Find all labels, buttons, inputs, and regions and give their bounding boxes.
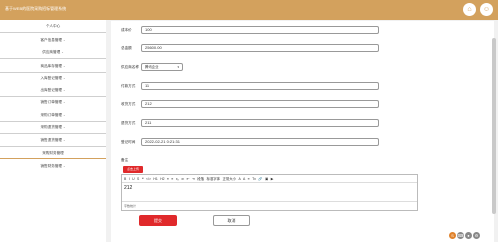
strike-button[interactable]: S [137, 177, 139, 181]
system-tray: S ⌨ ● ⚙ [449, 232, 481, 240]
upload-button[interactable]: 点击上传 [123, 166, 143, 173]
sidebar-item-stock-in[interactable]: 入库登记管理⌄ [0, 72, 106, 84]
font-select[interactable]: 标准字体 [206, 177, 220, 181]
bullet-list-button[interactable]: ≡ [171, 177, 173, 181]
receiving-method-label: 收货方式 [121, 102, 136, 106]
home-icon[interactable]: ⌂ [463, 3, 476, 16]
payment-method-label: 付款方式 [121, 84, 136, 88]
cost-price-label: 成本价 [121, 28, 132, 32]
code-button[interactable]: </> [146, 177, 151, 181]
receiving-method-input[interactable]: 212 [141, 100, 379, 108]
clear-format-button[interactable]: Tx [252, 177, 256, 181]
sidebar-item-profile[interactable]: 个人中心 [0, 20, 106, 32]
chevron-down-icon: ⌄ [61, 50, 64, 54]
scrollbar-thumb[interactable] [492, 38, 496, 214]
cost-price-input[interactable]: 100 [141, 26, 379, 34]
supplier-select-value: 腾讯企业 [145, 65, 159, 69]
h1-button[interactable]: H1 [153, 177, 157, 181]
font-color-button[interactable]: A [238, 177, 240, 181]
sidebar-item-label: 供应商管理 [42, 50, 61, 54]
chevron-down-icon: ⌄ [63, 100, 66, 104]
subscript-button[interactable]: x₂ [176, 177, 179, 181]
bg-color-button[interactable]: A [243, 177, 245, 181]
mic-icon[interactable]: ● [465, 232, 472, 239]
editor-toolbar: B I U S ❝ </> H1 H2 ≡ ≡ x₂ x² ⇤ ⇥ 段落 标准字… [122, 176, 417, 183]
total-amount-label: 总金额 [121, 46, 132, 50]
sogou-icon[interactable]: S [449, 232, 456, 239]
indent-button[interactable]: ⇥ [192, 177, 195, 181]
sidebar-item-purchase-orders[interactable]: 采购订单管理⌄ [0, 109, 106, 121]
sidebar-item-label: 销售退货管理 [40, 138, 63, 142]
sidebar-item-sales-finance[interactable]: 销售财务管理⌄ [0, 160, 106, 172]
chevron-down-icon: ⌄ [63, 88, 66, 92]
paragraph-select[interactable]: 段落 [197, 177, 204, 181]
supplier-name-label: 供应商名称 [121, 65, 139, 69]
sidebar-divider [0, 32, 106, 33]
sidebar: 个人中心 客户信息管理⌄ 供应商管理⌄ 商品库存管理⌄ 入库登记管理⌄ 出库登记… [0, 20, 106, 242]
sidebar-item-purchase-returns[interactable]: 采购退货管理⌄ [0, 121, 106, 133]
settings-icon[interactable]: ⚙ [473, 232, 480, 239]
superscript-button[interactable]: x² [181, 177, 184, 181]
sidebar-item-purchase-finance[interactable]: 采购财务管理 [0, 147, 106, 159]
video-icon[interactable]: ▶ [271, 177, 274, 181]
quote-button[interactable]: ❝ [142, 177, 144, 181]
chevron-down-icon: ⌄ [63, 76, 66, 80]
sidebar-item-customers[interactable]: 客户信息管理⌄ [0, 34, 106, 46]
align-button[interactable]: ≡ [248, 177, 250, 181]
chevron-down-icon: ⌄ [63, 113, 66, 117]
total-amount-input[interactable]: 25600.00 [141, 44, 379, 52]
italic-button[interactable]: I [129, 177, 130, 181]
keyboard-icon[interactable]: ⌨ [457, 232, 464, 239]
app-title: 基于WEB的医院采购招标管理系统 [5, 6, 67, 11]
sidebar-item-label: 销售财务管理 [40, 164, 63, 168]
chevron-down-icon: ⌄ [63, 38, 66, 42]
sidebar-item-label: 入库登记管理 [40, 76, 63, 80]
sidebar-item-label: 采购退货管理 [40, 125, 63, 129]
sidebar-item-sales-returns[interactable]: 销售退货管理⌄ [0, 134, 106, 146]
return-method-label: 退货方式 [121, 121, 136, 125]
chevron-down-icon: ▾ [177, 65, 179, 69]
chevron-down-icon: ⌄ [63, 164, 66, 168]
underline-button[interactable]: U [132, 177, 134, 181]
submit-button[interactable]: 提交 [139, 215, 177, 226]
sidebar-item-label: 销售订单管理 [40, 100, 63, 104]
supplier-select[interactable]: 腾讯企业 ▾ [141, 63, 183, 71]
image-icon[interactable]: ▣ [265, 177, 268, 181]
top-header-bar: 基于WEB的医院采购招标管理系统 ⌂ ☺ [0, 0, 498, 20]
editor-footer: 字数统计 [122, 201, 417, 210]
form-panel: 成本价 100 总金额 25600.00 供应商名称 腾讯企业 ▾ 付款方式 11… [111, 21, 494, 242]
sidebar-divider [0, 58, 106, 59]
ordered-list-button[interactable]: ≡ [167, 177, 169, 181]
remark-label: 备注 [121, 158, 129, 162]
editor-content[interactable]: 212 [124, 185, 132, 191]
user-icon[interactable]: ☺ [480, 3, 493, 16]
link-icon[interactable]: 🔗 [258, 177, 262, 181]
cancel-button[interactable]: 取消 [213, 215, 250, 226]
sidebar-item-label: 个人中心 [45, 24, 61, 28]
sidebar-item-label: 出库登记管理 [40, 88, 63, 92]
rich-text-editor[interactable]: B I U S ❝ </> H1 H2 ≡ ≡ x₂ x² ⇤ ⇥ 段落 标准字… [121, 174, 418, 211]
sidebar-item-label: 商品库存管理 [40, 64, 63, 68]
chevron-down-icon: ⌄ [63, 125, 66, 129]
return-method-input[interactable]: 211 [141, 119, 379, 127]
sidebar-item-suppliers[interactable]: 供应商管理⌄ [0, 46, 106, 58]
register-time-label: 登记时间 [121, 140, 136, 144]
sidebar-item-stock-out[interactable]: 出库登记管理⌄ [0, 84, 106, 96]
h2-button[interactable]: H2 [160, 177, 164, 181]
bold-button[interactable]: B [124, 177, 126, 181]
payment-method-input[interactable]: 11 [141, 82, 379, 90]
outdent-button[interactable]: ⇤ [187, 177, 190, 181]
chevron-down-icon: ⌄ [63, 64, 66, 68]
size-select[interactable]: 正常大小 [222, 177, 236, 181]
sidebar-item-sales-orders[interactable]: 销售订单管理⌄ [0, 96, 106, 108]
register-time-input[interactable]: 2022-02-21 0:21:31 [141, 138, 379, 146]
chevron-down-icon: ⌄ [63, 138, 66, 142]
sidebar-item-label: 采购财务管理 [42, 151, 64, 155]
sidebar-item-label: 客户信息管理 [40, 38, 63, 42]
sidebar-item-label: 采购订单管理 [40, 113, 63, 117]
sidebar-item-inventory[interactable]: 商品库存管理⌄ [0, 60, 106, 72]
